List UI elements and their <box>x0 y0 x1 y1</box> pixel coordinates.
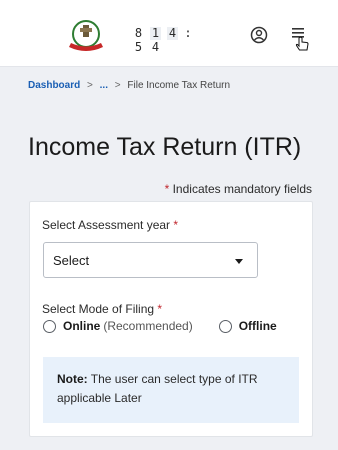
breadcrumb: Dashboard > ... > File Income Tax Return <box>28 80 230 91</box>
session-timer: 8 1 4 : 5 4 <box>133 26 192 54</box>
breadcrumb-ellipsis[interactable]: ... <box>100 80 108 91</box>
note-text: The user can select type of ITR applicab… <box>57 372 258 405</box>
required-star: * <box>164 182 170 196</box>
online-radio[interactable]: Online (Recommended) <box>43 319 193 333</box>
assessment-year-value: Select <box>53 253 90 268</box>
required-star: * <box>157 302 163 316</box>
timer-digit: 4 <box>167 25 178 40</box>
timer-digit: 1 <box>150 25 161 40</box>
radio-circle-icon <box>43 319 56 333</box>
cursor-hand-icon <box>295 36 309 51</box>
top-header: 8 1 4 : 5 4 <box>0 0 338 67</box>
radio-circle-icon <box>218 319 232 333</box>
offline-radio[interactable]: Offline <box>218 319 277 333</box>
timer-digit: 8 <box>134 26 143 40</box>
note-prefix: Note: <box>57 372 88 386</box>
page-title: Income Tax Return (ITR) <box>28 132 302 161</box>
timer-digit: 5 <box>134 40 143 54</box>
online-hint: (Recommended) <box>103 319 193 333</box>
note-box: Note: The user can select type of ITR ap… <box>43 357 299 423</box>
filing-mode-label: Select Mode of Filing * <box>42 302 162 316</box>
offline-label: Offline <box>238 319 277 333</box>
dropdown-caret-icon <box>235 259 243 264</box>
filing-mode-label-text: Select Mode of Filing <box>42 302 155 316</box>
breadcrumb-dashboard[interactable]: Dashboard <box>28 80 80 91</box>
online-label: Online <box>63 319 101 333</box>
mandatory-text: Indicates mandatory fields <box>172 182 312 196</box>
assessment-year-label-text: Select Assessment year <box>42 218 171 232</box>
user-icon[interactable] <box>250 26 268 44</box>
filing-mode-options: Online (Recommended) Offline <box>43 319 277 333</box>
breadcrumb-separator: > <box>87 80 93 91</box>
assessment-year-label: Select Assessment year * <box>42 218 178 232</box>
timer-digit: 4 <box>151 40 160 54</box>
mandatory-note: * Indicates mandatory fields <box>165 182 312 196</box>
menu-button[interactable] <box>290 26 312 54</box>
menu-icon <box>292 28 309 51</box>
assessment-year-select[interactable]: Select <box>43 242 258 278</box>
breadcrumb-current: File Income Tax Return <box>127 80 231 91</box>
itr-form-card: Select Assessment year * Select Select M… <box>29 201 313 437</box>
required-star: * <box>173 218 179 232</box>
timer-colon: : <box>184 26 192 40</box>
breadcrumb-separator: > <box>114 80 121 91</box>
emblem-logo[interactable] <box>66 19 106 55</box>
